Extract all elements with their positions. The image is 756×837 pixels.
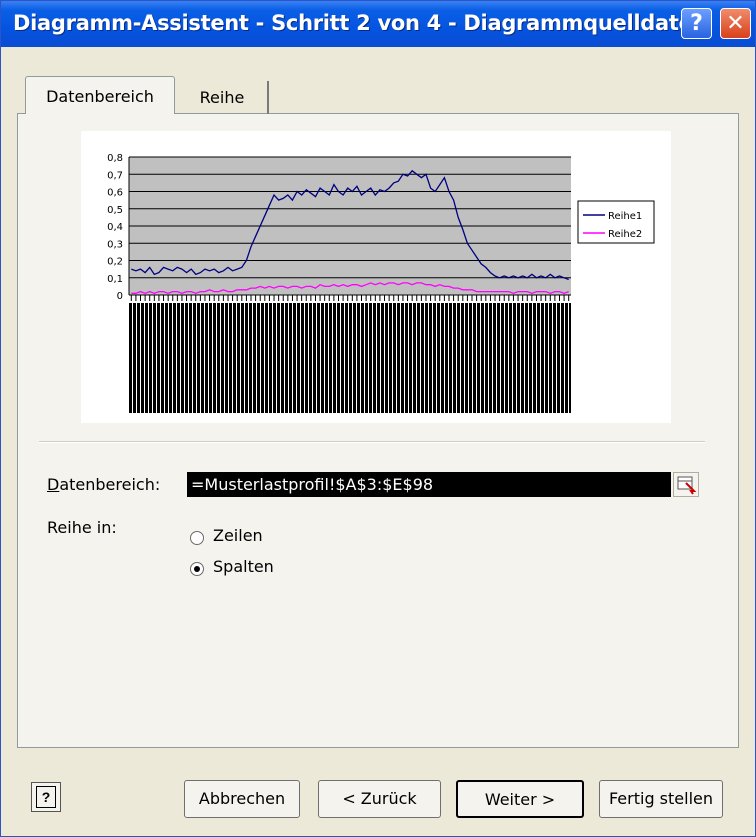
back-button[interactable]: < Zurück: [318, 780, 441, 818]
radio-spalten[interactable]: [190, 562, 204, 576]
chart-preview: 0,8 0,7 0,6 0,5 0,4 0,3 0,2 0,1 0 Reihe1 Reihe2: [81, 131, 671, 423]
chart-svg: 0,8 0,7 0,6 0,5 0,4 0,3 0,2 0,1 0 Reihe1 Reihe2: [107, 153, 655, 413]
help-icon: ?: [36, 786, 56, 808]
range-select-icon: [677, 476, 697, 495]
close-button[interactable]: ✕: [720, 8, 751, 39]
radio-spalten-label[interactable]: Spalten: [213, 557, 274, 576]
y-tick-label: 0,4: [107, 222, 123, 233]
legend-label-2: Reihe2: [608, 229, 642, 240]
title-bar[interactable]: Diagramm-Assistent - Schritt 2 von 4 - D…: [1, 1, 755, 47]
y-tick-label: 0,7: [107, 170, 123, 181]
chart-wizard-dialog: Diagramm-Assistent - Schritt 2 von 4 - D…: [0, 0, 756, 837]
y-tick-label: 0,8: [107, 153, 123, 164]
legend-label-1: Reihe1: [608, 211, 642, 222]
y-tick-label: 0,6: [107, 188, 123, 199]
title-help-button[interactable]: ?: [681, 8, 712, 39]
x-category-labels: [129, 303, 571, 413]
range-label-rest: atenbereich:: [59, 475, 161, 494]
y-tick-label: 0,5: [107, 205, 123, 216]
series-in-label: Reihe in:: [47, 518, 117, 537]
data-range-input[interactable]: =Musterlastprofil!$A$3:$E$98: [187, 472, 671, 497]
y-tick-label: 0: [117, 291, 123, 302]
radio-zeilen[interactable]: [190, 531, 204, 545]
next-button[interactable]: Weiter >: [456, 780, 584, 818]
y-tick-label: 0,1: [107, 274, 123, 285]
cancel-button[interactable]: Abbrechen: [184, 780, 300, 818]
finish-button[interactable]: Fertig stellen: [599, 780, 723, 818]
tab-reihe[interactable]: Reihe: [177, 81, 269, 114]
y-tick-label: 0,2: [107, 257, 123, 268]
tab-datenbereich[interactable]: Datenbereich: [25, 76, 175, 114]
window-title: Diagramm-Assistent - Schritt 2 von 4 - D…: [13, 11, 708, 35]
radio-selected-dot: [194, 566, 200, 572]
help-button[interactable]: ?: [31, 782, 61, 812]
range-label: Datenbereich:: [47, 475, 161, 494]
separator: [39, 441, 705, 443]
y-tick-label: 0,3: [107, 239, 123, 250]
collapse-dialog-button[interactable]: [673, 472, 699, 497]
radio-zeilen-label[interactable]: Zeilen: [213, 526, 263, 545]
